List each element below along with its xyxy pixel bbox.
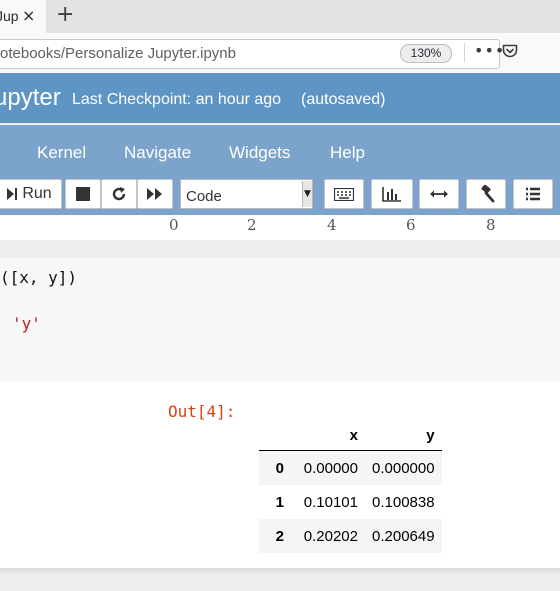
table-header-row: x y xyxy=(259,422,442,451)
chart-button[interactable] xyxy=(371,179,413,209)
browser-tab-strip xyxy=(0,0,560,33)
interrupt-kernel-button[interactable] xyxy=(65,179,101,209)
axis-tick-label: 2 xyxy=(247,216,257,234)
row-index: 2 xyxy=(275,527,284,545)
column-header-y: y xyxy=(365,422,442,451)
table-row: 0 0.00000 0.000000 xyxy=(259,450,442,485)
gavel-icon xyxy=(481,185,495,203)
new-tab-icon[interactable]: + xyxy=(56,2,74,27)
url-bar-divider xyxy=(464,43,465,62)
axis-tick-label: 6 xyxy=(406,216,416,234)
bar-chart-icon xyxy=(382,187,401,202)
step-forward-icon xyxy=(7,188,18,200)
fast-forward-icon xyxy=(147,188,162,200)
notebook-bottom-edge xyxy=(0,568,560,574)
dropdown-arrow-icon[interactable]: ▼ xyxy=(302,181,312,207)
cell-type-value: Code xyxy=(186,188,222,205)
jupyter-logo[interactable]: upyter xyxy=(0,84,61,112)
restart-run-all-button[interactable] xyxy=(137,179,173,209)
menu-navigate[interactable]: Navigate xyxy=(124,143,191,163)
keyboard-icon xyxy=(334,187,354,201)
code-cell-input[interactable] xyxy=(0,258,560,382)
axis-tick-label: 4 xyxy=(327,216,337,234)
cell-y: 0.200649 xyxy=(372,527,435,545)
list-icon xyxy=(526,187,540,201)
axis-tick-label: 0 xyxy=(169,216,179,234)
expand-width-button[interactable] xyxy=(419,179,459,209)
output-prompt: Out[4]: xyxy=(168,402,236,421)
restart-kernel-button[interactable] xyxy=(101,179,137,209)
cell-separator xyxy=(0,240,560,258)
menu-kernel[interactable]: Kernel xyxy=(37,143,86,163)
zoom-level-badge[interactable]: 130% xyxy=(400,44,452,63)
pocket-icon[interactable] xyxy=(502,44,518,58)
stop-icon xyxy=(76,187,90,201)
table-of-contents-button[interactable] xyxy=(513,179,553,209)
menu-help[interactable]: Help xyxy=(330,143,365,163)
code-line: ([x, y]) xyxy=(0,268,78,287)
column-header-index xyxy=(259,422,291,451)
last-checkpoint-text[interactable]: Last Checkpoint: an hour ago xyxy=(72,91,281,109)
page-actions-more-icon[interactable]: ••• xyxy=(474,41,505,60)
menu-widgets[interactable]: Widgets xyxy=(229,143,290,163)
url-text[interactable]: otebooks/Personalize Jupyter.ipynb xyxy=(0,45,236,62)
tab-title: Jup xyxy=(0,8,19,24)
cell-x: 0.20202 xyxy=(303,527,358,545)
run-button[interactable]: Run xyxy=(0,179,62,209)
cell-y: 0.100838 xyxy=(372,493,435,511)
tools-button[interactable] xyxy=(466,179,506,209)
dataframe-table: x y 0 0.00000 0.000000 1 0.10101 0.10083… xyxy=(259,422,442,553)
code-string-literal: 'y' xyxy=(12,314,41,333)
table-row: 2 0.20202 0.200649 xyxy=(259,519,442,553)
axis-tick-label: 8 xyxy=(486,216,496,234)
row-index: 1 xyxy=(275,493,284,511)
row-index: 0 xyxy=(275,459,284,477)
cell-x: 0.10101 xyxy=(303,493,358,511)
column-header-x: x xyxy=(291,422,365,451)
cell-y: 0.000000 xyxy=(372,459,435,477)
run-button-label: Run xyxy=(22,185,52,202)
command-palette-button[interactable] xyxy=(324,179,364,209)
autosave-status: (autosaved) xyxy=(301,91,386,108)
restart-icon xyxy=(112,187,126,201)
table-row: 1 0.10101 0.100838 xyxy=(259,485,442,519)
tab-close-icon[interactable]: × xyxy=(22,6,35,25)
cell-x: 0.00000 xyxy=(303,459,358,477)
arrows-horizontal-icon xyxy=(430,190,448,198)
